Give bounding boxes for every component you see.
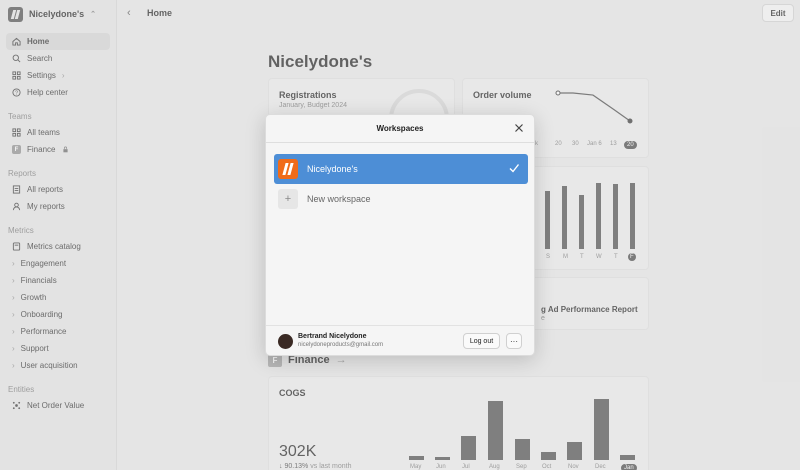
workspace-logo-icon: [278, 159, 298, 179]
avatar: [278, 334, 293, 349]
logout-button[interactable]: Log out: [463, 333, 500, 349]
new-workspace-button[interactable]: + New workspace: [278, 189, 371, 209]
modal-footer: Bertrand Nicelydone nicelydoneproducts@g…: [266, 325, 534, 355]
modal-header: Workspaces: [266, 115, 534, 143]
close-icon[interactable]: [514, 123, 524, 133]
more-options-button[interactable]: ···: [506, 333, 522, 349]
user-name: Bertrand Nicelydone: [298, 333, 367, 340]
checkmark-icon: [509, 164, 520, 173]
plus-icon: +: [278, 189, 298, 209]
modal-title: Workspaces: [376, 124, 424, 133]
workspaces-modal: Workspaces Nicelydone's + New workspace …: [265, 114, 535, 356]
new-workspace-label: New workspace: [307, 194, 371, 204]
workspace-option-name: Nicelydone's: [307, 164, 358, 174]
workspace-option-selected[interactable]: Nicelydone's: [274, 154, 528, 184]
user-email: nicelydoneproducts@gmail.com: [298, 342, 384, 348]
